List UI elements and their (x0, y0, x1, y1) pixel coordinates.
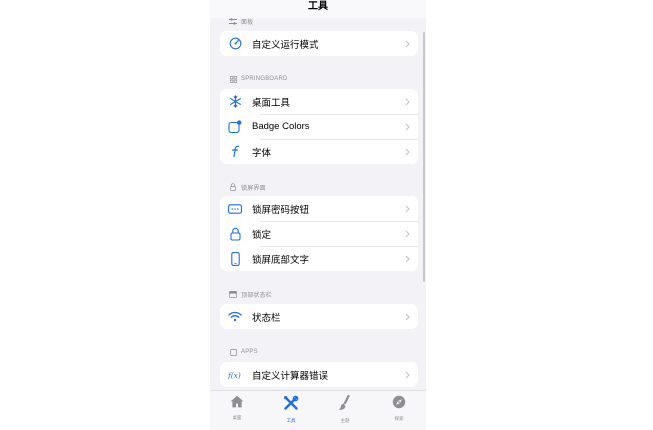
phone-screen: 工具 面板 自定义运行模式 SPRINGBOARD 桌面工具 Badge Col… (210, 0, 426, 430)
settings-list[interactable]: 面板 自定义运行模式 SPRINGBOARD 桌面工具 Badge Colors… (210, 0, 426, 392)
tools-icon (283, 395, 299, 416)
row-lock-passcode-button[interactable]: 锁屏密码按钮 (220, 196, 418, 221)
page-title: 工具 (308, 1, 328, 12)
row-custom-calculator-error[interactable]: f(x) 自定义计算器错误 (220, 362, 418, 387)
row-custom-run-mode[interactable]: 自定义运行模式 (220, 31, 418, 56)
section-header-statusbar: 顶部状态栏 (229, 289, 272, 299)
row-label: 锁屏密码按钮 (252, 204, 310, 216)
lock-small-icon (229, 183, 237, 191)
lock-icon (228, 227, 242, 241)
row-font[interactable]: 字体 (220, 139, 418, 164)
row-lock-footer-text[interactable]: 锁屏底部文字 (220, 246, 418, 271)
row-label: 锁屏底部文字 (252, 254, 310, 266)
tab-tools[interactable]: 工具 (264, 391, 318, 430)
section-card-lockscreen: 锁屏密码按钮 锁定 锁屏底部文字 (220, 196, 418, 271)
svg-text:f(x): f(x) (228, 370, 241, 379)
scroll-indicator[interactable] (423, 32, 425, 282)
navigation-bar: 工具 (210, 0, 426, 18)
row-label: Badge Colors (252, 121, 310, 132)
section-header-springboard: SPRINGBOARD (229, 74, 288, 84)
row-lock[interactable]: 锁定 (220, 221, 418, 246)
tab-label: 探索 (394, 416, 404, 421)
chevron-right-icon (402, 313, 412, 321)
tab-label: 桌面 (232, 415, 242, 420)
fx-icon: f(x) (228, 368, 242, 382)
row-label: 字体 (252, 147, 272, 159)
paintbrush-icon (338, 394, 352, 416)
row-label: 自定义计算器错误 (252, 370, 329, 382)
chevron-right-icon (402, 371, 412, 379)
row-label: 桌面工具 (252, 97, 291, 109)
app-square-icon (229, 348, 237, 356)
row-label: 锁定 (252, 229, 272, 241)
chevron-right-icon (402, 123, 412, 131)
row-status-bar[interactable]: 状态栏 (220, 304, 418, 329)
chevron-right-icon (402, 230, 412, 238)
section-card-panel: 自定义运行模式 (220, 31, 418, 56)
section-header-apps: APPS (229, 347, 258, 357)
menubar-icon (229, 290, 237, 298)
tab-explore[interactable]: 探索 (372, 391, 426, 430)
speedometer-icon (228, 37, 242, 51)
tab-bar: 桌面 工具 主题 探索 (210, 390, 426, 430)
tab-label: 主题 (340, 418, 350, 423)
row-badge-colors[interactable]: Badge Colors (220, 114, 418, 139)
row-desktop-tools[interactable]: 桌面工具 (220, 89, 418, 114)
tab-desktop[interactable]: 桌面 (210, 391, 264, 430)
sliders-icon (229, 17, 237, 25)
wifi-icon (228, 310, 242, 324)
tab-theme[interactable]: 主题 (318, 391, 372, 430)
chevron-right-icon (402, 255, 412, 263)
section-card-springboard: 桌面工具 Badge Colors 字体 (220, 89, 418, 164)
section-card-statusbar: 状态栏 (220, 304, 418, 329)
chevron-right-icon (402, 98, 412, 106)
row-label: 状态栏 (252, 312, 281, 324)
tab-label: 工具 (286, 418, 296, 423)
grid-icon (229, 75, 237, 83)
row-label: 自定义运行模式 (252, 39, 319, 51)
chevron-right-icon (402, 205, 412, 213)
iphone-icon (228, 251, 242, 266)
chevron-right-icon (402, 40, 412, 48)
section-header-lockscreen: 锁屏界面 (229, 182, 266, 192)
passcode-icon (228, 202, 242, 216)
section-card-apps: f(x) 自定义计算器错误 (220, 362, 418, 387)
function-f-icon (228, 145, 242, 159)
app-badge-icon (228, 119, 242, 134)
house-icon (230, 395, 244, 413)
chevron-right-icon (402, 148, 412, 156)
snowflake-icon (228, 95, 242, 109)
compass-icon (392, 395, 406, 414)
